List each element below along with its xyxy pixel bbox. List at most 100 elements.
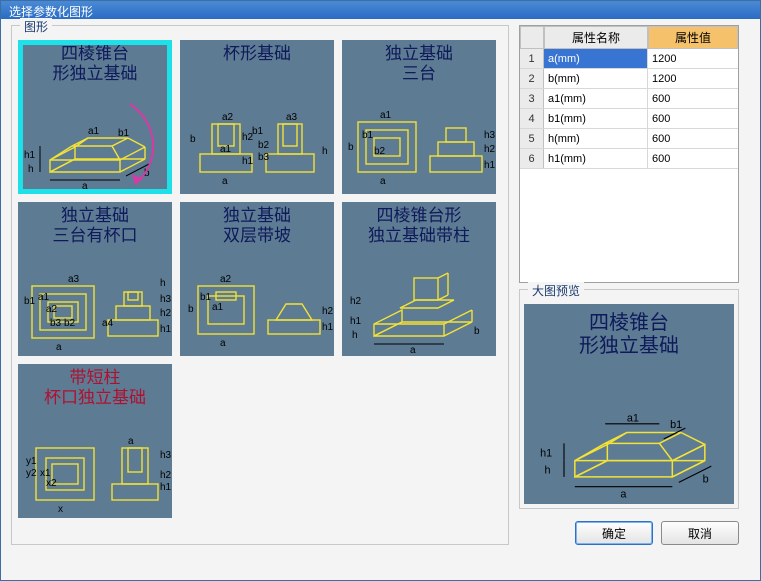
svg-text:a1: a1 — [380, 110, 392, 121]
window-title: 选择参数化图形 — [9, 5, 93, 19]
svg-text:b1: b1 — [200, 292, 212, 303]
svg-text:b: b — [188, 304, 194, 315]
table-header: 属性名称 属性值 — [520, 26, 738, 49]
shapes-group-label: 图形 — [20, 18, 52, 35]
prop-name: a1(mm) — [544, 89, 648, 108]
svg-text:h: h — [545, 465, 551, 477]
header-value: 属性值 — [648, 26, 738, 49]
prop-value[interactable]: 600 — [648, 109, 738, 128]
svg-text:a1: a1 — [88, 126, 100, 137]
shape-thumb-s3[interactable]: 独立基础 三台aba1b1b2h3h2h1 — [342, 40, 496, 194]
table-row[interactable]: 5h(mm)600 — [520, 129, 738, 149]
table-body: 1a(mm)12002b(mm)12003a1(mm)6004b1(mm)600… — [520, 49, 738, 169]
svg-text:h3: h3 — [160, 294, 172, 305]
svg-text:y2: y2 — [26, 468, 37, 479]
svg-text:a: a — [128, 436, 134, 447]
svg-text:x: x — [58, 504, 63, 515]
shape-thumb-s2[interactable]: 杯形基础a2a1aa3hbb1b2b3h2h1 — [180, 40, 334, 194]
row-number: 2 — [520, 69, 544, 88]
svg-text:y1: y1 — [26, 456, 37, 467]
ok-button[interactable]: 确定 — [575, 521, 653, 545]
titlebar: 选择参数化图形 — [1, 1, 760, 19]
svg-text:a1: a1 — [212, 302, 224, 313]
svg-text:a4: a4 — [102, 318, 114, 329]
svg-text:b3: b3 — [50, 318, 62, 329]
svg-text:h2: h2 — [322, 306, 334, 317]
svg-text:h2: h2 — [242, 132, 254, 143]
shape-thumb-s6[interactable]: 四棱锥台形 独立基础带柱abhh1h2 — [342, 202, 496, 356]
svg-text:h1: h1 — [24, 150, 36, 161]
svg-text:h3: h3 — [160, 450, 172, 461]
svg-text:a: a — [620, 489, 627, 501]
table-row[interactable]: 2b(mm)1200 — [520, 69, 738, 89]
header-rownum — [520, 26, 544, 49]
client-area: 图形 四棱锥台 形独立基础abhh1a1b1杯形基础a2a1aa3hbb1b2b… — [1, 19, 760, 580]
prop-name: a(mm) — [544, 49, 648, 68]
thumb-title: 独立基础 三台有杯口 — [18, 202, 172, 245]
property-table[interactable]: 属性名称 属性值 1a(mm)12002b(mm)12003a1(mm)6004… — [519, 25, 739, 283]
prop-value[interactable]: 600 — [648, 149, 738, 168]
thumb-diagram: abhh1h2 — [342, 256, 496, 356]
svg-text:h: h — [160, 278, 166, 289]
svg-text:b1: b1 — [252, 126, 264, 137]
table-row[interactable]: 3a1(mm)600 — [520, 89, 738, 109]
thumb-title: 四棱锥台 形独立基础 — [18, 40, 172, 83]
svg-text:h2: h2 — [160, 308, 172, 319]
shape-thumb-s4[interactable]: 独立基础 三台有杯口aa3a1a2b1b3b2a4hh3h2h1 — [18, 202, 172, 356]
svg-text:a: a — [220, 338, 226, 349]
preview-groupbox: 大图预览 四棱锥台 形独立基础 — [519, 289, 739, 509]
dialog-window: 选择参数化图形 图形 四棱锥台 形独立基础abhh1a1b1杯形基础a2a1aa… — [0, 0, 761, 581]
svg-text:h: h — [322, 146, 328, 157]
svg-text:a1: a1 — [38, 292, 50, 303]
svg-text:a2: a2 — [222, 112, 234, 123]
thumb-title: 独立基础 双层带坡 — [180, 202, 334, 245]
thumb-diagram: aa3a1a2b1b3b2a4hh3h2h1 — [18, 256, 172, 356]
thumb-title: 独立基础 三台 — [342, 40, 496, 83]
svg-text:a: a — [56, 342, 62, 353]
prop-value[interactable]: 600 — [648, 89, 738, 108]
table-row[interactable]: 1a(mm)1200 — [520, 49, 738, 69]
prop-value[interactable]: 1200 — [648, 69, 738, 88]
thumb-title: 杯形基础 — [180, 40, 334, 64]
svg-text:h: h — [28, 164, 34, 175]
shape-thumb-s1[interactable]: 四棱锥台 形独立基础abhh1a1b1 — [18, 40, 172, 194]
svg-text:a2: a2 — [46, 304, 58, 315]
svg-text:h: h — [352, 330, 358, 341]
prop-value[interactable]: 600 — [648, 129, 738, 148]
shape-thumb-s5[interactable]: 独立基础 双层带坡aa2a1bb1h2h1 — [180, 202, 334, 356]
shape-grid: 四棱锥台 形独立基础abhh1a1b1杯形基础a2a1aa3hbb1b2b3h2… — [18, 40, 502, 518]
row-number: 5 — [520, 129, 544, 148]
row-number: 6 — [520, 149, 544, 168]
cancel-button[interactable]: 取消 — [661, 521, 739, 545]
svg-text:x2: x2 — [46, 478, 57, 489]
prop-name: h(mm) — [544, 129, 648, 148]
svg-text:h1: h1 — [322, 322, 334, 333]
row-number: 4 — [520, 109, 544, 128]
svg-text:b: b — [348, 142, 354, 153]
svg-text:b2: b2 — [374, 146, 386, 157]
svg-text:h2: h2 — [350, 296, 362, 307]
table-row[interactable]: 4b1(mm)600 — [520, 109, 738, 129]
preview-title-text: 四棱锥台 形独立基础 — [524, 304, 734, 358]
svg-text:h1: h1 — [540, 447, 552, 459]
shape-thumb-s7[interactable]: 带短柱 杯口独立基础xx1x2y1y2h3h2h1a — [18, 364, 172, 518]
svg-text:a: a — [410, 345, 416, 356]
prop-value[interactable]: 1200 — [648, 49, 738, 68]
svg-text:h1: h1 — [160, 482, 172, 493]
svg-text:a1: a1 — [627, 413, 639, 425]
svg-text:a: a — [82, 181, 88, 192]
svg-text:h1: h1 — [484, 160, 496, 171]
thumb-diagram: a2a1aa3hbb1b2b3h2h1 — [180, 94, 334, 194]
button-row: 确定 取消 — [519, 515, 739, 545]
thumb-diagram: xx1x2y1y2h3h2h1a — [18, 418, 172, 518]
header-name: 属性名称 — [544, 26, 648, 49]
svg-text:a3: a3 — [68, 274, 80, 285]
shapes-groupbox: 图形 四棱锥台 形独立基础abhh1a1b1杯形基础a2a1aa3hbb1b2b… — [11, 25, 509, 545]
svg-text:a: a — [222, 176, 228, 187]
table-row[interactable]: 6h1(mm)600 — [520, 149, 738, 169]
svg-text:b: b — [474, 326, 480, 337]
svg-text:a3: a3 — [286, 112, 298, 123]
thumb-diagram: aa2a1bb1h2h1 — [180, 256, 334, 356]
svg-text:b1: b1 — [670, 419, 682, 431]
svg-text:a1: a1 — [220, 144, 232, 155]
